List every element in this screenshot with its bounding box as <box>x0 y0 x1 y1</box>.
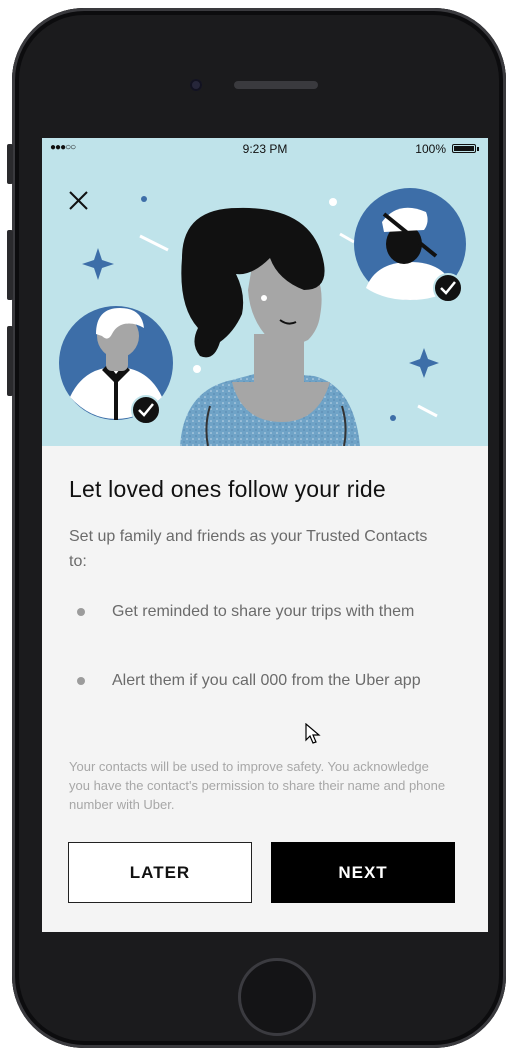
list-item-text: Get reminded to share your trips with th… <box>112 603 415 620</box>
battery-icon <box>452 144 479 153</box>
bullet-icon <box>77 608 85 616</box>
sparkle-icon <box>409 348 439 378</box>
front-camera <box>190 79 202 91</box>
volume-up-button <box>7 230 13 300</box>
privacy-disclaimer: Your contacts will be used to improve sa… <box>69 759 446 812</box>
mouse-cursor-icon <box>305 723 321 744</box>
app-screen: ●●●○○ 9:23 PM 100% Let loved ones follow… <box>42 138 488 932</box>
next-button[interactable]: NEXT <box>271 842 455 903</box>
volume-down-button <box>7 326 13 396</box>
list-item-text: Alert them if you call 000 from the Uber… <box>112 672 421 689</box>
bullet-icon <box>77 677 85 685</box>
mute-switch <box>7 144 13 184</box>
trusted-contacts-illustration <box>59 188 466 446</box>
list-item: Get reminded to share your trips with th… <box>69 599 459 649</box>
status-bar: ●●●○○ 9:23 PM 100% <box>42 138 488 160</box>
home-button[interactable] <box>238 958 316 1036</box>
intro-text: Set up family and friends as your Truste… <box>69 528 428 570</box>
list-item: Alert them if you call 000 from the Uber… <box>69 668 459 718</box>
later-button[interactable]: LATER <box>68 842 252 903</box>
woman-figure <box>180 207 360 446</box>
hero-illustration <box>42 138 488 446</box>
earpiece-speaker <box>234 81 318 89</box>
contact-avatar-right <box>354 188 466 303</box>
page-title: Let loved ones follow your ride <box>69 476 386 502</box>
battery-percent: 100% <box>415 142 446 156</box>
close-button[interactable] <box>66 188 92 214</box>
close-icon <box>69 191 88 210</box>
sparkle-icon <box>82 248 114 280</box>
main-content: Let loved ones follow your ride Set up f… <box>42 446 488 932</box>
contact-avatar-left <box>59 306 173 425</box>
